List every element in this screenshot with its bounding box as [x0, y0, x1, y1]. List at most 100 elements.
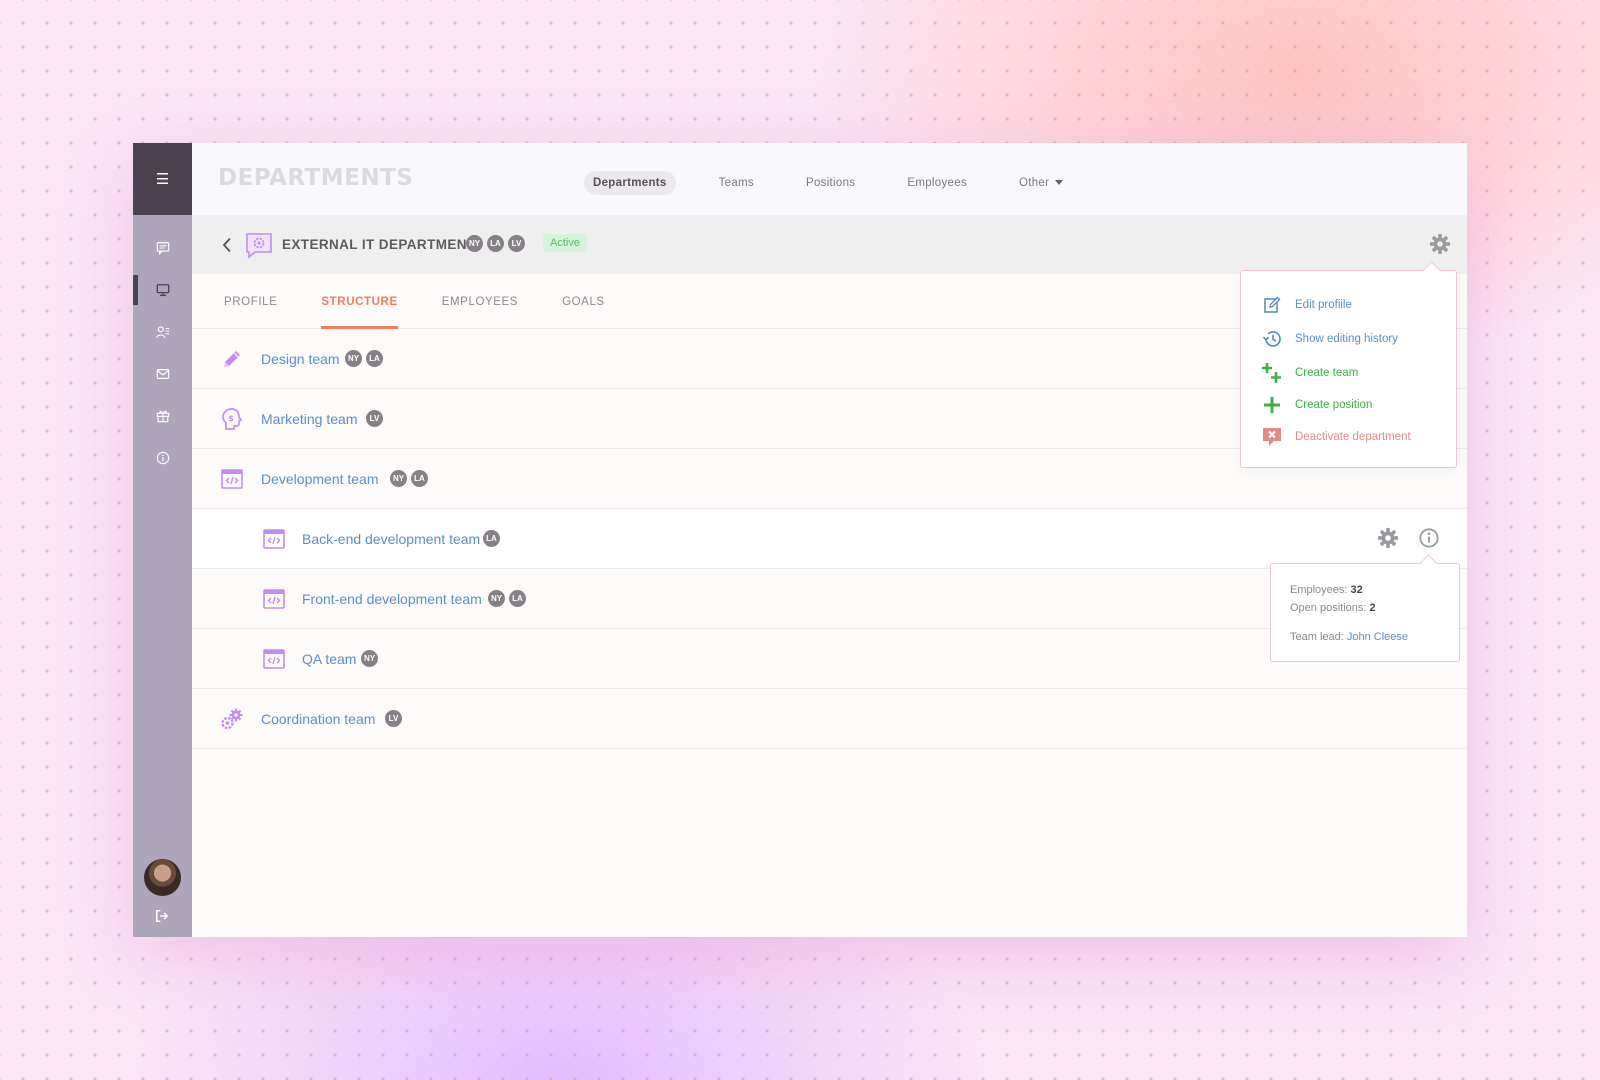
department-gear-chat-icon	[244, 231, 274, 264]
team-name[interactable]: QA team	[302, 651, 356, 667]
menu-button[interactable]: ☰	[133, 143, 192, 215]
svg-text:$: $	[228, 414, 234, 423]
menu-item-show-history[interactable]: Show editing history	[1261, 328, 1398, 350]
logout-icon	[155, 909, 169, 923]
tab-goals[interactable]: GOALS	[562, 274, 605, 328]
location-badges: LV	[385, 710, 406, 727]
location-badges: LA	[483, 530, 504, 547]
team-name[interactable]: Coordination team	[261, 711, 375, 727]
caret-down-icon	[1055, 180, 1064, 186]
team-info-popup: Employees: 32 Open positions: 2 Team lea…	[1270, 563, 1460, 662]
team-name[interactable]: Back-end development team	[302, 531, 480, 547]
department-header: EXTERNAL IT DEPARTMENT NY LA LV Active	[192, 215, 1467, 274]
location-badge: LA	[509, 590, 526, 607]
gift-icon	[156, 410, 169, 423]
top-nav-teams[interactable]: Teams	[710, 171, 763, 195]
info-icon	[1419, 528, 1439, 548]
tab-profile[interactable]: PROFILE	[224, 274, 277, 328]
sidebar-item-messages[interactable]	[133, 227, 192, 269]
monitor-icon	[156, 284, 169, 297]
team-name[interactable]: Front-end development team	[302, 591, 482, 607]
sidebar-item-people[interactable]	[133, 311, 192, 353]
money-head-icon: $	[222, 408, 243, 430]
hamburger-icon: ☰	[155, 171, 170, 188]
back-button[interactable]	[221, 237, 233, 258]
info-value: 2	[1369, 602, 1376, 614]
team-settings-button[interactable]	[1377, 527, 1399, 554]
department-actions-menu: Edit profiile Show editing history Creat…	[1240, 270, 1457, 468]
location-badge: NY	[390, 470, 407, 487]
top-nav-label: Teams	[718, 177, 754, 189]
location-badge: NY	[361, 650, 378, 667]
plus-icon	[1261, 394, 1283, 416]
team-name[interactable]: Development team	[261, 471, 379, 487]
department-name: EXTERNAL IT DEPARTMENT	[282, 237, 476, 252]
deactivate-icon	[1261, 426, 1283, 448]
app-window: ☰ DEPARTMENTS Departments Teams Position…	[133, 143, 1467, 937]
team-name[interactable]: Design team	[261, 351, 340, 367]
gears-icon	[221, 708, 243, 730]
tab-structure[interactable]: STRUCTURE	[321, 274, 399, 329]
history-icon	[1261, 328, 1283, 350]
user-avatar[interactable]	[144, 859, 181, 896]
department-settings-button[interactable]	[1429, 233, 1451, 260]
menu-item-label: Deactivate department	[1295, 431, 1411, 443]
sidebar-item-departments[interactable]	[133, 269, 192, 311]
chat-icon	[156, 242, 169, 255]
page-title: DEPARTMENTS	[218, 165, 414, 191]
user-list-icon	[155, 326, 169, 338]
info-label: Open positions:	[1290, 602, 1367, 614]
code-window-icon	[263, 649, 285, 669]
code-window-icon	[221, 469, 243, 489]
top-nav-other-dropdown[interactable]: Other	[1010, 171, 1072, 195]
main-content: DEPARTMENTS Departments Teams Positions …	[192, 143, 1467, 937]
location-badge: NY	[345, 350, 362, 367]
menu-item-label: Create team	[1295, 367, 1359, 379]
menu-item-label: Show editing history	[1295, 333, 1398, 345]
sidebar: ☰	[133, 143, 192, 937]
employees-count: Employees: 32	[1290, 584, 1459, 602]
sidebar-nav	[133, 215, 192, 479]
sidebar-item-info[interactable]	[133, 437, 192, 479]
location-badge: LA	[366, 350, 383, 367]
open-positions-count: Open positions: 2	[1290, 602, 1459, 620]
sidebar-item-gifts[interactable]	[133, 395, 192, 437]
add-multiple-icon	[1261, 362, 1283, 384]
location-badges: NY LA	[390, 470, 432, 487]
team-row-backend[interactable]: Back-end development team LA	[192, 509, 1467, 569]
location-badge: NY	[488, 590, 505, 607]
top-nav-label: Employees	[907, 177, 967, 189]
tab-employees[interactable]: EMPLOYEES	[442, 274, 518, 328]
team-row-coordination[interactable]: Coordination team LV	[192, 689, 1467, 749]
code-window-icon	[263, 529, 285, 549]
info-value: 32	[1350, 584, 1363, 596]
location-badge: LV	[385, 710, 402, 727]
logout-button[interactable]	[153, 907, 171, 925]
top-nav-departments[interactable]: Departments	[584, 171, 676, 195]
menu-item-label: Create position	[1295, 399, 1373, 411]
menu-item-deactivate[interactable]: Deactivate department	[1261, 426, 1411, 448]
location-badges: NY	[361, 650, 382, 667]
code-window-icon	[263, 589, 285, 609]
team-name[interactable]: Marketing team	[261, 411, 357, 427]
menu-item-label: Edit profiile	[1295, 299, 1352, 311]
top-nav-label: Other	[1018, 177, 1050, 189]
team-lead-link[interactable]: John Cleese	[1347, 631, 1408, 643]
team-lead: Team lead: John Cleese	[1290, 631, 1459, 649]
location-badges: NY LA	[345, 350, 387, 367]
location-badge: LV	[366, 410, 383, 427]
location-badges: NY LA LV	[466, 235, 529, 252]
top-bar: DEPARTMENTS Departments Teams Positions …	[192, 143, 1467, 215]
sidebar-item-mail[interactable]	[133, 353, 192, 395]
edit-icon	[1261, 294, 1283, 316]
top-nav-positions[interactable]: Positions	[797, 171, 864, 195]
top-nav: Departments Teams Positions Employees Ot…	[584, 171, 1106, 195]
team-info-button[interactable]	[1418, 527, 1440, 554]
info-icon	[156, 451, 169, 465]
menu-item-create-team[interactable]: Create team	[1261, 362, 1358, 384]
menu-item-create-position[interactable]: Create position	[1261, 394, 1372, 416]
location-badges: NY LA	[488, 590, 530, 607]
top-nav-employees[interactable]: Employees	[898, 171, 976, 195]
location-badge: NY	[466, 235, 483, 252]
menu-item-edit-profile[interactable]: Edit profiile	[1261, 294, 1352, 316]
